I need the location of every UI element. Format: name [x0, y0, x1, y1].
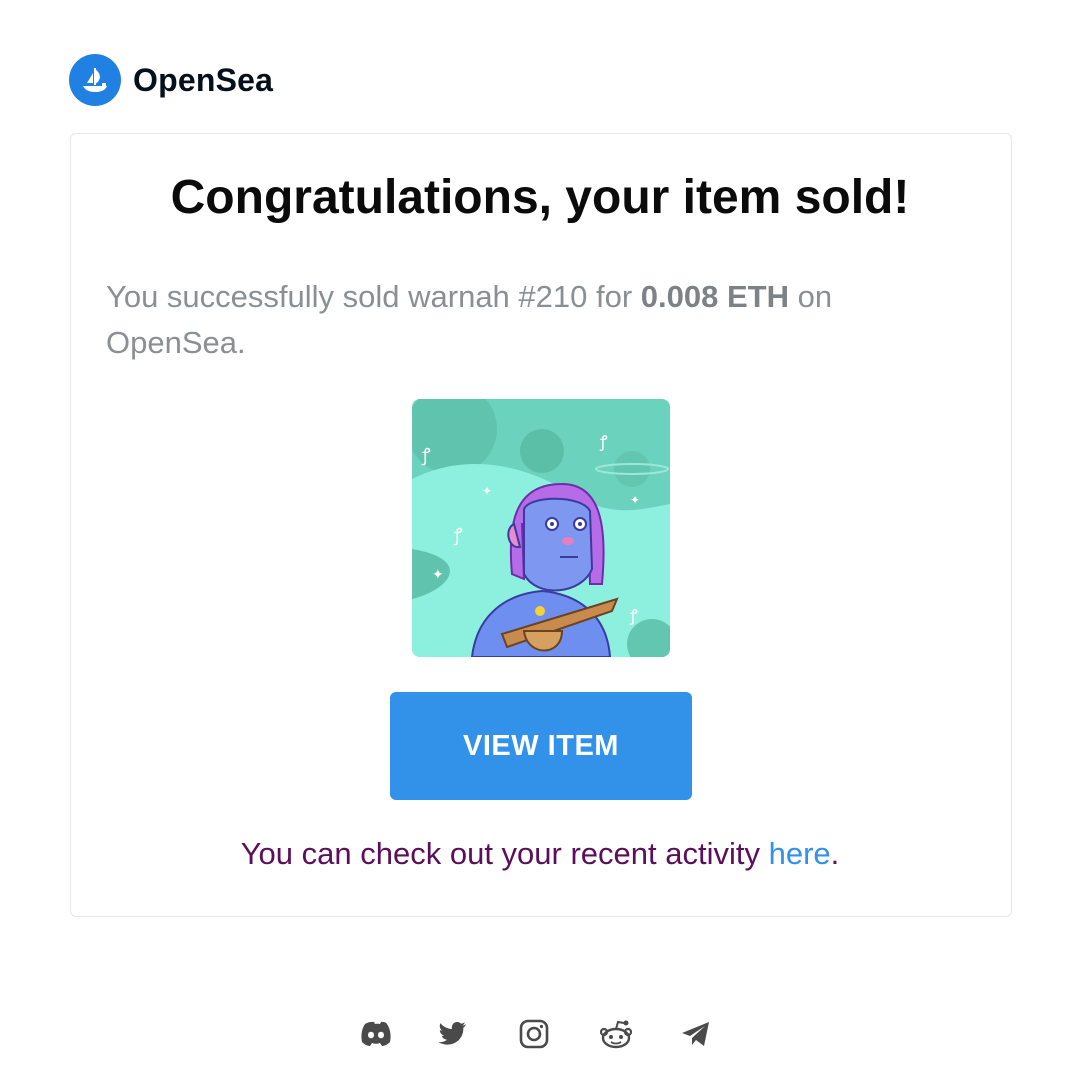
svg-text:ꝭ: ꝭ [629, 606, 638, 625]
svg-text:ꝭ: ꝭ [421, 445, 431, 466]
svg-text:✦: ✦ [482, 484, 492, 498]
svg-text:✦: ✦ [432, 566, 444, 582]
instagram-icon[interactable] [516, 1016, 552, 1052]
activity-message: You can check out your recent activity h… [0, 836, 1080, 872]
activity-message-prefix: You can check out your recent activity [240, 836, 769, 871]
view-item-button[interactable]: VIEW ITEM [390, 692, 692, 800]
activity-message-suffix: . [830, 836, 840, 871]
svg-text:ꝭ: ꝭ [599, 432, 608, 451]
twitter-icon[interactable] [434, 1016, 470, 1052]
brand-name: OpenSea [133, 61, 274, 98]
activity-link[interactable]: here [769, 836, 831, 871]
telegram-icon[interactable] [678, 1016, 714, 1052]
email-page: OpenSea Congratulations, your item sold!… [0, 0, 1080, 1081]
headline: Congratulations, your item sold! [170, 171, 910, 224]
social-links [0, 1016, 1080, 1056]
sale-message: You successfully sold warnah #210 for 0.… [106, 274, 976, 366]
reddit-icon[interactable] [598, 1016, 634, 1052]
sale-price: 0.008 ETH [640, 279, 789, 314]
opensea-logo-icon [69, 54, 121, 106]
nft-image[interactable]: ꝭ ꝭ ꝭ ꝭ ✦ ✦ ✦ [412, 399, 670, 657]
brand-header[interactable]: OpenSea [69, 54, 273, 106]
sale-message-prefix: You successfully sold warnah #210 for [106, 279, 641, 314]
svg-text:✦: ✦ [630, 493, 640, 507]
svg-text:ꝭ: ꝭ [453, 525, 463, 546]
discord-icon[interactable] [358, 1016, 394, 1052]
